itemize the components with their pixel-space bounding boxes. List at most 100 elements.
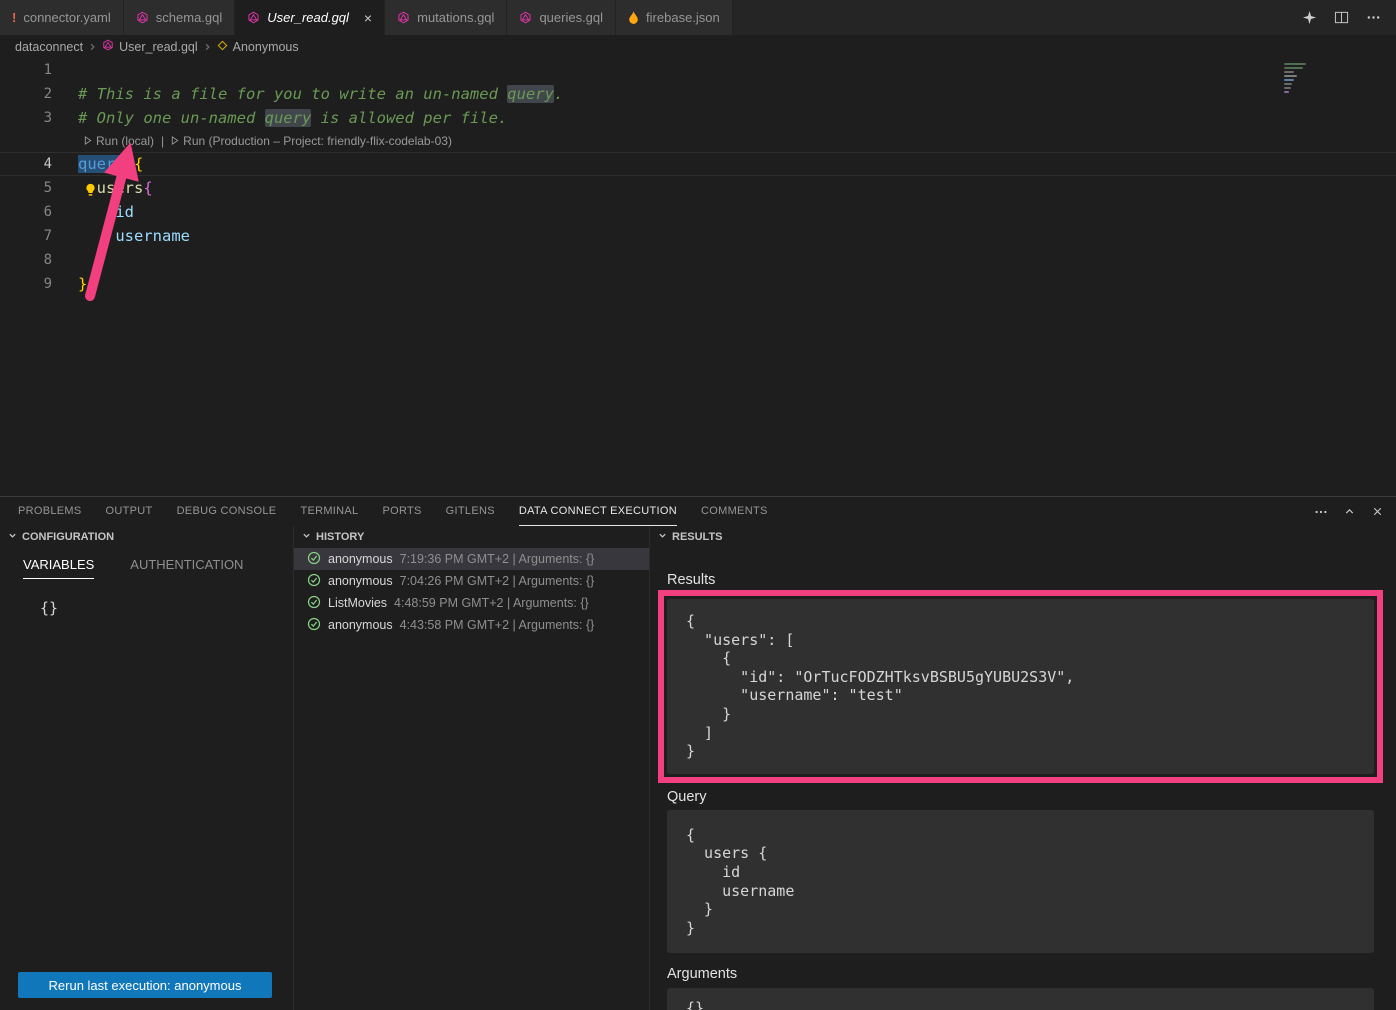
bottom-panel: PROBLEMS OUTPUT DEBUG CONSOLE TERMINAL P… [0,496,1396,1010]
tab-authentication[interactable]: AUTHENTICATION [130,557,243,579]
breadcrumb: dataconnect User_read.gql Anonymous [0,35,1396,58]
code-line: 2 # This is a file for you to write an u… [0,82,1396,106]
history-item[interactable]: anonymous 4:43:58 PM GMT+2 | Arguments: … [294,614,649,636]
panel-tab-terminal[interactable]: TERMINAL [300,497,358,526]
history-item[interactable]: anonymous 7:19:36 PM GMT+2 | Arguments: … [294,548,649,570]
check-circle-icon [307,573,321,590]
history-detail: 4:48:59 PM GMT+2 | Arguments: {} [394,596,589,610]
graphql-icon [247,11,260,24]
history-name: ListMovies [328,596,387,610]
configuration-header[interactable]: CONFIGURATION [0,526,293,548]
breadcrumb-anonymous[interactable]: Anonymous [217,40,299,54]
comment-text: # This is a file for you to write an un-… [78,85,507,103]
check-circle-icon [307,551,321,568]
firebase-flame-icon [628,11,639,24]
tab-label: User_read.gql [267,10,349,25]
check-circle-icon [307,595,321,612]
close-icon[interactable]: × [364,11,372,25]
code-editor[interactable]: 1 2 # This is a file for you to write an… [0,58,1396,496]
code-line: 5 users{ [0,176,1396,200]
panel-tab-debug-console[interactable]: DEBUG CONSOLE [177,497,277,526]
tab-bar-spacer [733,0,1287,35]
results-section: RESULTS Results { "users": [ { "id": "Or… [650,526,1396,1010]
tab-user-read-gql[interactable]: User_read.gql × [235,0,385,35]
section-title: RESULTS [672,531,723,543]
run-local-link[interactable]: Run (local) [84,134,154,148]
history-header[interactable]: HISTORY [294,526,649,548]
results-header[interactable]: RESULTS [650,526,1396,548]
brace-token: } [78,275,87,293]
chevron-down-icon [302,531,311,543]
breadcrumb-label: User_read.gql [119,40,198,54]
history-section: HISTORY anonymous 7:19:36 PM GMT+2 | Arg… [294,526,650,1010]
code-line: 1 [0,58,1396,82]
close-panel-icon[interactable] [1371,505,1384,518]
codelens-divider: | [161,134,164,148]
chevron-right-icon [203,42,212,52]
breadcrumb-dataconnect[interactable]: dataconnect [15,40,83,54]
panel-tab-comments[interactable]: COMMENTS [701,497,768,526]
code-line: 3 # Only one un-named query is allowed p… [0,106,1396,130]
run-production-label: Run (Production – Project: friendly-flix… [183,134,452,148]
check-circle-icon [307,617,321,634]
code-line: 8 } [0,248,1396,272]
word-highlight: query [265,109,312,127]
editor-tab-bar: ! connector.yaml schema.gql User_read.gq… [0,0,1396,35]
query-label: Query [667,789,1374,805]
play-icon [84,134,92,148]
split-editor-icon[interactable] [1334,10,1349,25]
panel-tab-bar: PROBLEMS OUTPUT DEBUG CONSOLE TERMINAL P… [0,497,1396,526]
history-item[interactable]: anonymous 7:04:26 PM GMT+2 | Arguments: … [294,570,649,592]
arguments-label: Arguments [667,966,1374,982]
chevron-down-icon [658,531,667,543]
results-json: { "users": [ { "id": "OrTucFODZHTksvBSBU… [667,599,1374,774]
line-number: 1 [0,58,52,82]
brace-token: { [125,155,144,173]
maximize-panel-icon[interactable] [1343,505,1356,518]
more-actions-icon[interactable] [1314,505,1328,519]
line-number: 5 [0,176,52,200]
panel-actions [1314,497,1396,526]
breadcrumb-file[interactable]: User_read.gql [102,39,198,54]
history-name: anonymous [328,574,393,588]
variables-json-input[interactable]: {} [40,599,293,617]
code-line-current: 4 query { [0,152,1396,176]
comment-text: is allowed per file. [311,109,507,127]
configuration-tabs: VARIABLES AUTHENTICATION [0,557,293,579]
tab-schema-gql[interactable]: schema.gql [124,0,235,35]
minimap[interactable] [1284,63,1312,95]
panel-tab-ports[interactable]: PORTS [382,497,421,526]
history-detail: 4:43:58 PM GMT+2 | Arguments: {} [400,618,595,632]
copilot-sparkle-icon[interactable] [1302,10,1317,25]
field-username: username [78,227,190,245]
panel-body: CONFIGURATION VARIABLES AUTHENTICATION {… [0,526,1396,1010]
tab-queries-gql[interactable]: queries.gql [507,0,616,35]
tab-connector-yaml[interactable]: ! connector.yaml [0,0,124,35]
tab-mutations-gql[interactable]: mutations.gql [385,0,507,35]
graphql-icon [519,11,532,24]
line-number: 9 [0,272,52,296]
more-actions-icon[interactable] [1366,10,1381,25]
run-production-link[interactable]: Run (Production – Project: friendly-flix… [171,134,452,148]
comment-text: . [554,85,563,103]
panel-tab-data-connect-execution[interactable]: DATA CONNECT EXECUTION [519,497,677,526]
graphql-icon [397,11,410,24]
panel-tab-gitlens[interactable]: GITLENS [446,497,495,526]
comment-text: # Only one un-named [78,109,265,127]
line-number: 4 [0,153,52,175]
history-detail: 7:04:26 PM GMT+2 | Arguments: {} [400,574,595,588]
rerun-last-execution-button[interactable]: Rerun last execution: anonymous [18,972,272,998]
keyword-query-selected: query [78,155,125,173]
panel-tab-problems[interactable]: PROBLEMS [18,497,82,526]
tab-firebase-json[interactable]: firebase.json [616,0,733,35]
history-name: anonymous [328,552,393,566]
tab-label: firebase.json [646,10,720,25]
run-local-label: Run (local) [96,134,154,148]
panel-tab-output[interactable]: OUTPUT [106,497,153,526]
tab-variables[interactable]: VARIABLES [23,557,94,579]
chevron-down-icon [8,531,17,543]
line-number: 7 [0,224,52,248]
history-item[interactable]: ListMovies 4:48:59 PM GMT+2 | Arguments:… [294,592,649,614]
arguments-text: {} [667,988,1374,1010]
history-detail: 7:19:36 PM GMT+2 | Arguments: {} [400,552,595,566]
